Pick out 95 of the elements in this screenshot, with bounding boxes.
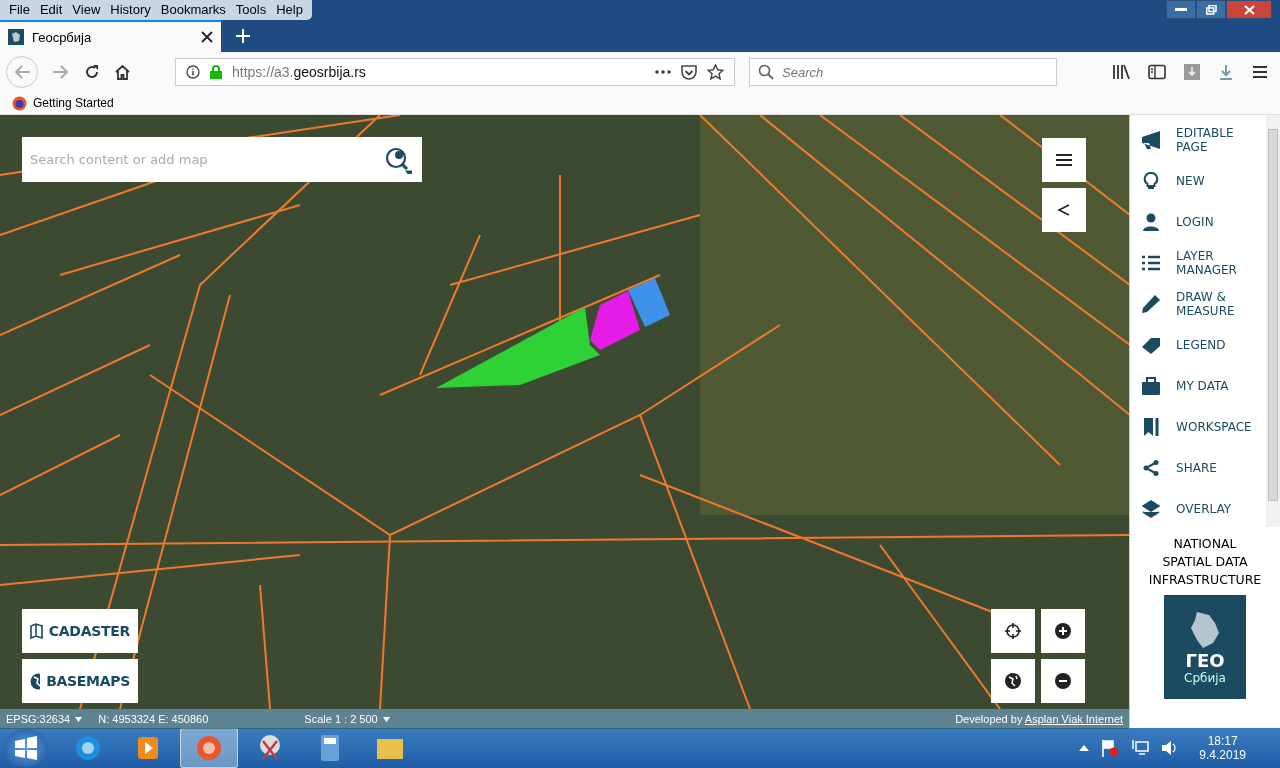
- sidebar-item[interactable]: SHARE: [1142, 447, 1266, 488]
- lock-icon: [210, 65, 222, 79]
- crosshair-icon: [1005, 623, 1021, 639]
- globe-icon: [1005, 673, 1021, 689]
- credit-link[interactable]: Asplan Viak Internet: [1024, 713, 1124, 725]
- sidebar-item[interactable]: DRAW & MEASURE: [1142, 283, 1266, 324]
- reload-icon[interactable]: [84, 64, 100, 80]
- highlighted-parcel[interactable]: [436, 307, 600, 388]
- sidebar-item[interactable]: WORKSPACE: [1142, 406, 1266, 447]
- menu-item[interactable]: File: [4, 0, 35, 20]
- pencil-icon: [1142, 294, 1161, 313]
- scale-dropdown[interactable]: Scale 1 : 2 500: [304, 713, 378, 725]
- bulb-icon: [1142, 171, 1161, 190]
- restore-button[interactable]: [1196, 0, 1226, 19]
- star-icon[interactable]: [707, 64, 724, 80]
- windows-logo-icon: [13, 735, 39, 761]
- menu-icon[interactable]: [1252, 65, 1268, 79]
- scrollbar[interactable]: [1266, 115, 1280, 527]
- geo-logo: ГЕО Србија: [1164, 595, 1247, 699]
- map-search-field[interactable]: Search content or add map: [22, 137, 422, 182]
- back-arrow-icon: [13, 64, 31, 80]
- menu-item[interactable]: Tools: [230, 0, 272, 20]
- locate-button[interactable]: [991, 609, 1035, 653]
- user-icon: [1142, 212, 1161, 231]
- search-icon: [758, 64, 774, 80]
- sidebar-item[interactable]: OVERLAY: [1142, 488, 1266, 529]
- search-field[interactable]: Search: [749, 58, 1057, 86]
- menu-item[interactable]: Help: [271, 0, 308, 20]
- layers-icon: [1142, 499, 1161, 518]
- minimize-icon: [1175, 8, 1187, 11]
- network-icon[interactable]: [1131, 740, 1150, 756]
- site-logo-icon: [8, 29, 24, 45]
- menu-item[interactable]: Edit: [34, 0, 68, 20]
- minimize-button[interactable]: [1166, 0, 1196, 19]
- sidebar-item[interactable]: LAYER MANAGER: [1142, 242, 1266, 283]
- download-icon[interactable]: [1218, 64, 1234, 80]
- share-icon: [1057, 203, 1071, 217]
- library-icon[interactable]: [1112, 64, 1130, 80]
- globe-icon: [30, 672, 41, 690]
- highlighted-parcel[interactable]: [628, 278, 670, 327]
- sidebar-item[interactable]: LOGIN: [1142, 201, 1266, 242]
- close-tab-icon[interactable]: [201, 31, 213, 43]
- caption-text: NATIONAL SPATIAL DATA INFRASTRUCTURE: [1148, 535, 1262, 589]
- share-icon: [1142, 458, 1161, 477]
- highlighted-parcel[interactable]: [590, 291, 640, 350]
- globe-button[interactable]: [991, 659, 1035, 703]
- volume-icon[interactable]: [1161, 740, 1178, 756]
- plus-icon: [1055, 623, 1071, 639]
- new-tab-icon[interactable]: [235, 28, 251, 44]
- credit-text: Developed by Asplan Viak Internet: [955, 713, 1124, 725]
- sidebar-item[interactable]: MY DATA: [1142, 365, 1266, 406]
- megaphone-icon: [1142, 130, 1161, 149]
- browser-icon: [194, 733, 224, 763]
- clock[interactable]: 18:17 9.4.2019: [1199, 734, 1246, 762]
- layer-button[interactable]: CADASTER: [22, 609, 138, 653]
- address-bar[interactable]: https://a3.geosrbija.rs: [175, 58, 735, 86]
- sidebar-item[interactable]: LEGEND: [1142, 324, 1266, 365]
- browser-tab[interactable]: Геосрбија: [0, 20, 221, 52]
- sidebar-icon[interactable]: [1148, 64, 1166, 80]
- show-hidden-icon[interactable]: [1079, 745, 1090, 751]
- briefcase-icon: [1142, 376, 1161, 395]
- search-settings-icon[interactable]: [384, 146, 412, 174]
- tag-icon: [1142, 335, 1161, 354]
- bookmark-icon: [1142, 417, 1161, 436]
- browser-icon: [73, 733, 103, 763]
- start-button[interactable]: [4, 729, 48, 767]
- projection-dropdown[interactable]: EPSG:32634: [6, 713, 71, 725]
- share-button[interactable]: [1042, 188, 1086, 232]
- caret-icon[interactable]: [382, 716, 390, 722]
- restore-icon: [1205, 4, 1217, 15]
- menu-button[interactable]: [1042, 138, 1086, 182]
- close-button[interactable]: [1226, 0, 1272, 19]
- map-icon: [30, 623, 43, 639]
- list-icon: [1142, 253, 1161, 272]
- bookmark-link[interactable]: Getting Started: [12, 95, 114, 111]
- zoom-in-button[interactable]: [1041, 609, 1085, 653]
- menu-item[interactable]: View: [67, 0, 106, 20]
- info-icon: [186, 65, 200, 79]
- home-icon[interactable]: [114, 64, 131, 80]
- more-icon[interactable]: [655, 70, 671, 74]
- zoom-out-button[interactable]: [1041, 659, 1085, 703]
- taskbar-app[interactable]: [180, 728, 238, 768]
- minus-icon: [1055, 673, 1071, 689]
- menu-item[interactable]: Bookmarks: [155, 0, 231, 20]
- close-icon: [1243, 4, 1255, 15]
- menu-item[interactable]: History: [105, 0, 156, 20]
- sidebar-item[interactable]: EDITABLE PAGE: [1142, 119, 1266, 160]
- sidebar-item[interactable]: NEW: [1142, 160, 1266, 201]
- coordinates: N: 4953324 E: 450860: [98, 713, 209, 725]
- caret-icon[interactable]: [75, 716, 83, 722]
- flag-icon[interactable]: [1101, 739, 1120, 757]
- layer-button[interactable]: BASEMAPS: [22, 659, 138, 703]
- browser-logo-icon: [12, 95, 27, 111]
- pocket-icon[interactable]: [681, 64, 697, 80]
- menu-icon: [1056, 154, 1072, 166]
